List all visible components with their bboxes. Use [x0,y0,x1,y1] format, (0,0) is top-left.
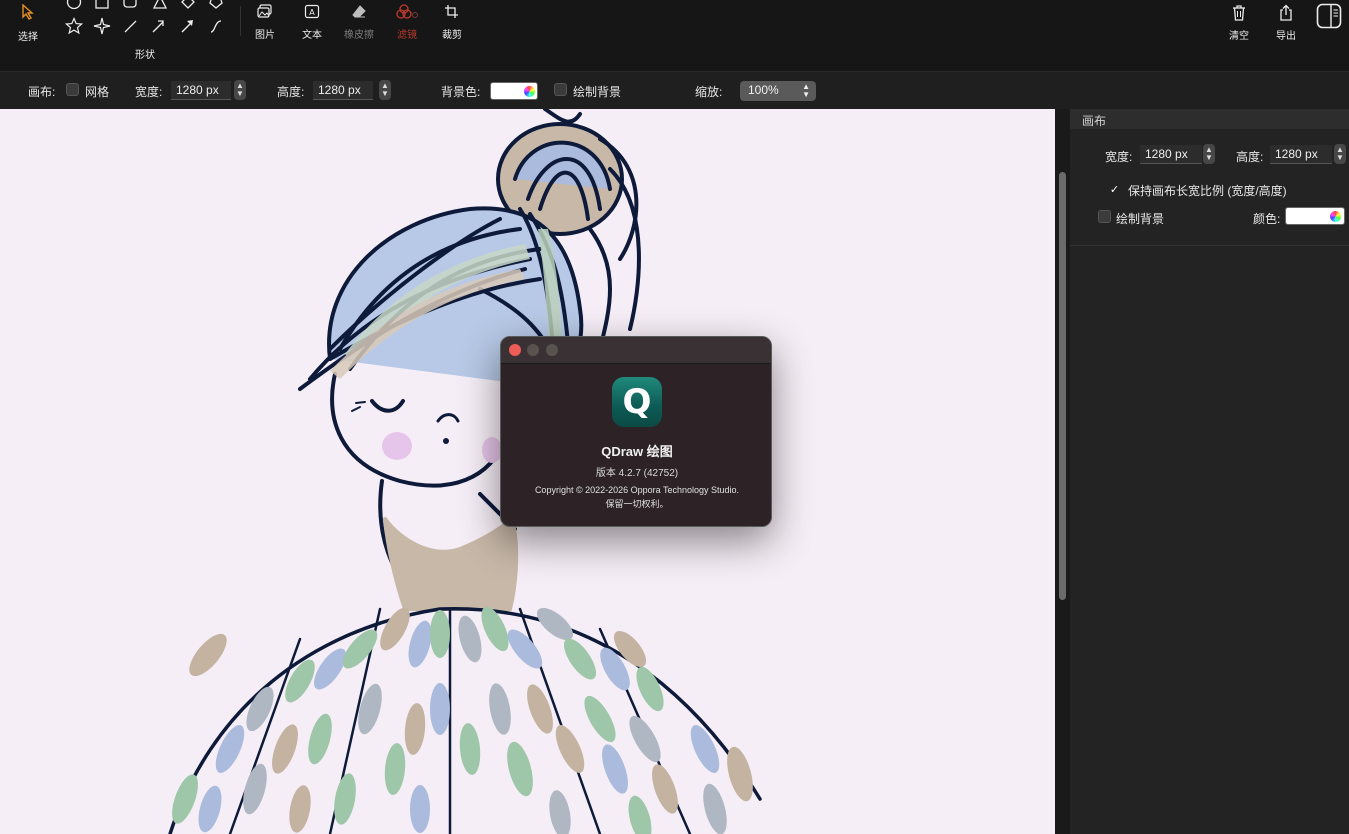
keep-ratio-label: 保持画布长宽比例 (宽度/高度) [1128,184,1287,198]
draw-bg-checkbox[interactable] [554,83,567,97]
about-dialog: Q QDraw 绘图 版本 4.2.7 (42752) Copyright © … [500,336,772,527]
cursor-arrow-icon [21,3,35,24]
grid-label: 网格 [85,85,110,99]
zoom-select[interactable]: 100% ▲ ▼ [740,81,816,101]
filter-icon [395,4,419,22]
crop-label: 裁剪 [442,30,462,41]
rounded-rect-shape-icon[interactable] [120,0,140,12]
shapes-group: 形状 [128,46,162,61]
export-label: 导出 [1276,31,1296,42]
eraser-tool[interactable]: 橡皮擦 [340,4,378,41]
star-shape-icon[interactable] [64,16,84,36]
chevron-updown-icon: ▲ ▼ [802,82,810,99]
color-wheel-icon[interactable] [523,85,536,98]
sparkle-shape-icon[interactable] [92,16,112,36]
filter-tool[interactable]: 滤镜 [392,4,422,41]
app-icon: Q [612,377,662,427]
app-icon-letter: Q [622,382,652,422]
zoom-window-icon [546,344,558,356]
height-field[interactable]: 1280 px [313,81,373,100]
checkmark-icon: ✓ [1109,184,1120,196]
panel-width-field[interactable]: 1280 px [1140,145,1202,164]
share-icon [1278,4,1294,25]
text-tool[interactable]: A 文本 [299,4,325,41]
width-stepper[interactable]: ▲ ▼ [234,80,246,100]
select-tool[interactable]: 选择 [14,3,42,43]
rectangle-shape-icon[interactable] [92,0,112,12]
line-shape-icon[interactable] [120,16,140,36]
width-label: 宽度: [135,85,163,99]
panel-draw-bg-checkbox[interactable] [1098,210,1111,224]
diamond-shape-icon[interactable] [178,0,198,12]
solid-arrow-shape-icon[interactable] [177,16,197,36]
grid-checkbox[interactable] [66,83,79,97]
inspector-panel: 画布 宽度: 1280 px ▲ ▼ 高度: 1280 px ▲ ▼ ✓ 保持画布长… [1070,109,1349,834]
panel-color-label: 颜色: [1253,212,1281,226]
panel-color-wheel-icon[interactable] [1329,210,1342,223]
crop-icon [444,4,460,22]
canvas-options-bar: 画布: 网格 宽度: 1280 px ▲ ▼ 高度: 1280 px ▲ ▼ 背景色… [0,73,1349,109]
sidebar-toggle-icon[interactable] [1316,3,1342,29]
triangle-shape-icon[interactable] [150,0,170,12]
app-rights: 保留一切权利。 [605,499,669,509]
panel-height-field[interactable]: 1280 px [1270,145,1332,164]
eraser-label: 橡皮擦 [344,30,374,41]
panel-width-label: 宽度: [1105,150,1133,164]
app-copyright: Copyright © 2022-2026 Oppora Technology … [534,485,740,495]
draw-bg-checkbox-box[interactable] [554,83,567,96]
text-label: 文本 [302,30,322,41]
arrow-shape-icon[interactable] [148,16,168,36]
height-stepper[interactable]: ▲ ▼ [379,80,391,100]
panel-header: 画布 [1070,109,1349,129]
panel-width-stepper[interactable]: ▲ ▼ [1203,144,1215,164]
main-toolbar: 选择 形状 图片 A 文本 橡皮擦 滤镜 裁剪 清空 导出 [0,0,1349,72]
curve-shape-icon[interactable] [206,16,226,36]
circle-shape-icon[interactable] [64,0,84,12]
zoom-value: 100% [748,83,779,97]
toolbar-separator [240,6,241,36]
svg-text:A: A [309,8,315,17]
app-window: 选择 形状 图片 A 文本 橡皮擦 滤镜 裁剪 清空 导出 画布: 网格 宽度:… [0,0,1349,834]
dialog-titlebar [501,337,771,364]
select-label: 选择 [18,32,38,43]
panel-draw-bg-label: 绘制背景 [1116,212,1165,226]
close-window-icon[interactable] [509,344,521,356]
export-button[interactable]: 导出 [1273,4,1299,42]
width-field[interactable]: 1280 px [171,81,231,100]
text-box-icon: A [304,4,320,22]
eraser-icon [351,4,367,22]
polygon-shape-icon[interactable] [206,0,226,12]
shapes-label: 形状 [135,50,155,61]
panel-height-label: 高度: [1236,150,1264,164]
crop-tool[interactable]: 裁剪 [439,4,465,41]
panel-height-stepper[interactable]: ▲ ▼ [1334,144,1346,164]
keep-ratio-checkbox[interactable]: ✓ [1108,181,1121,197]
grid-checkbox-box[interactable] [66,83,79,96]
clear-button[interactable]: 清空 [1226,4,1252,42]
filter-label: 滤镜 [397,30,417,41]
clear-label: 清空 [1229,31,1249,42]
scrollbar-thumb[interactable] [1059,172,1066,600]
app-version: 版本 4.2.7 (42752) [595,468,679,479]
minimize-window-icon [527,344,539,356]
trash-icon [1231,4,1247,25]
height-label: 高度: [277,85,305,99]
app-name: QDraw 绘图 [601,444,673,459]
panel-draw-bg-checkbox-box[interactable] [1098,210,1111,223]
image-tool[interactable]: 图片 [252,4,278,41]
image-icon [257,4,273,22]
canvas-options-label: 画布: [28,85,56,99]
zoom-label: 缩放: [695,85,723,99]
image-label: 图片 [255,30,275,41]
bg-color-label: 背景色: [441,85,481,99]
draw-bg-label: 绘制背景 [573,85,622,99]
panel-divider [1070,245,1349,246]
